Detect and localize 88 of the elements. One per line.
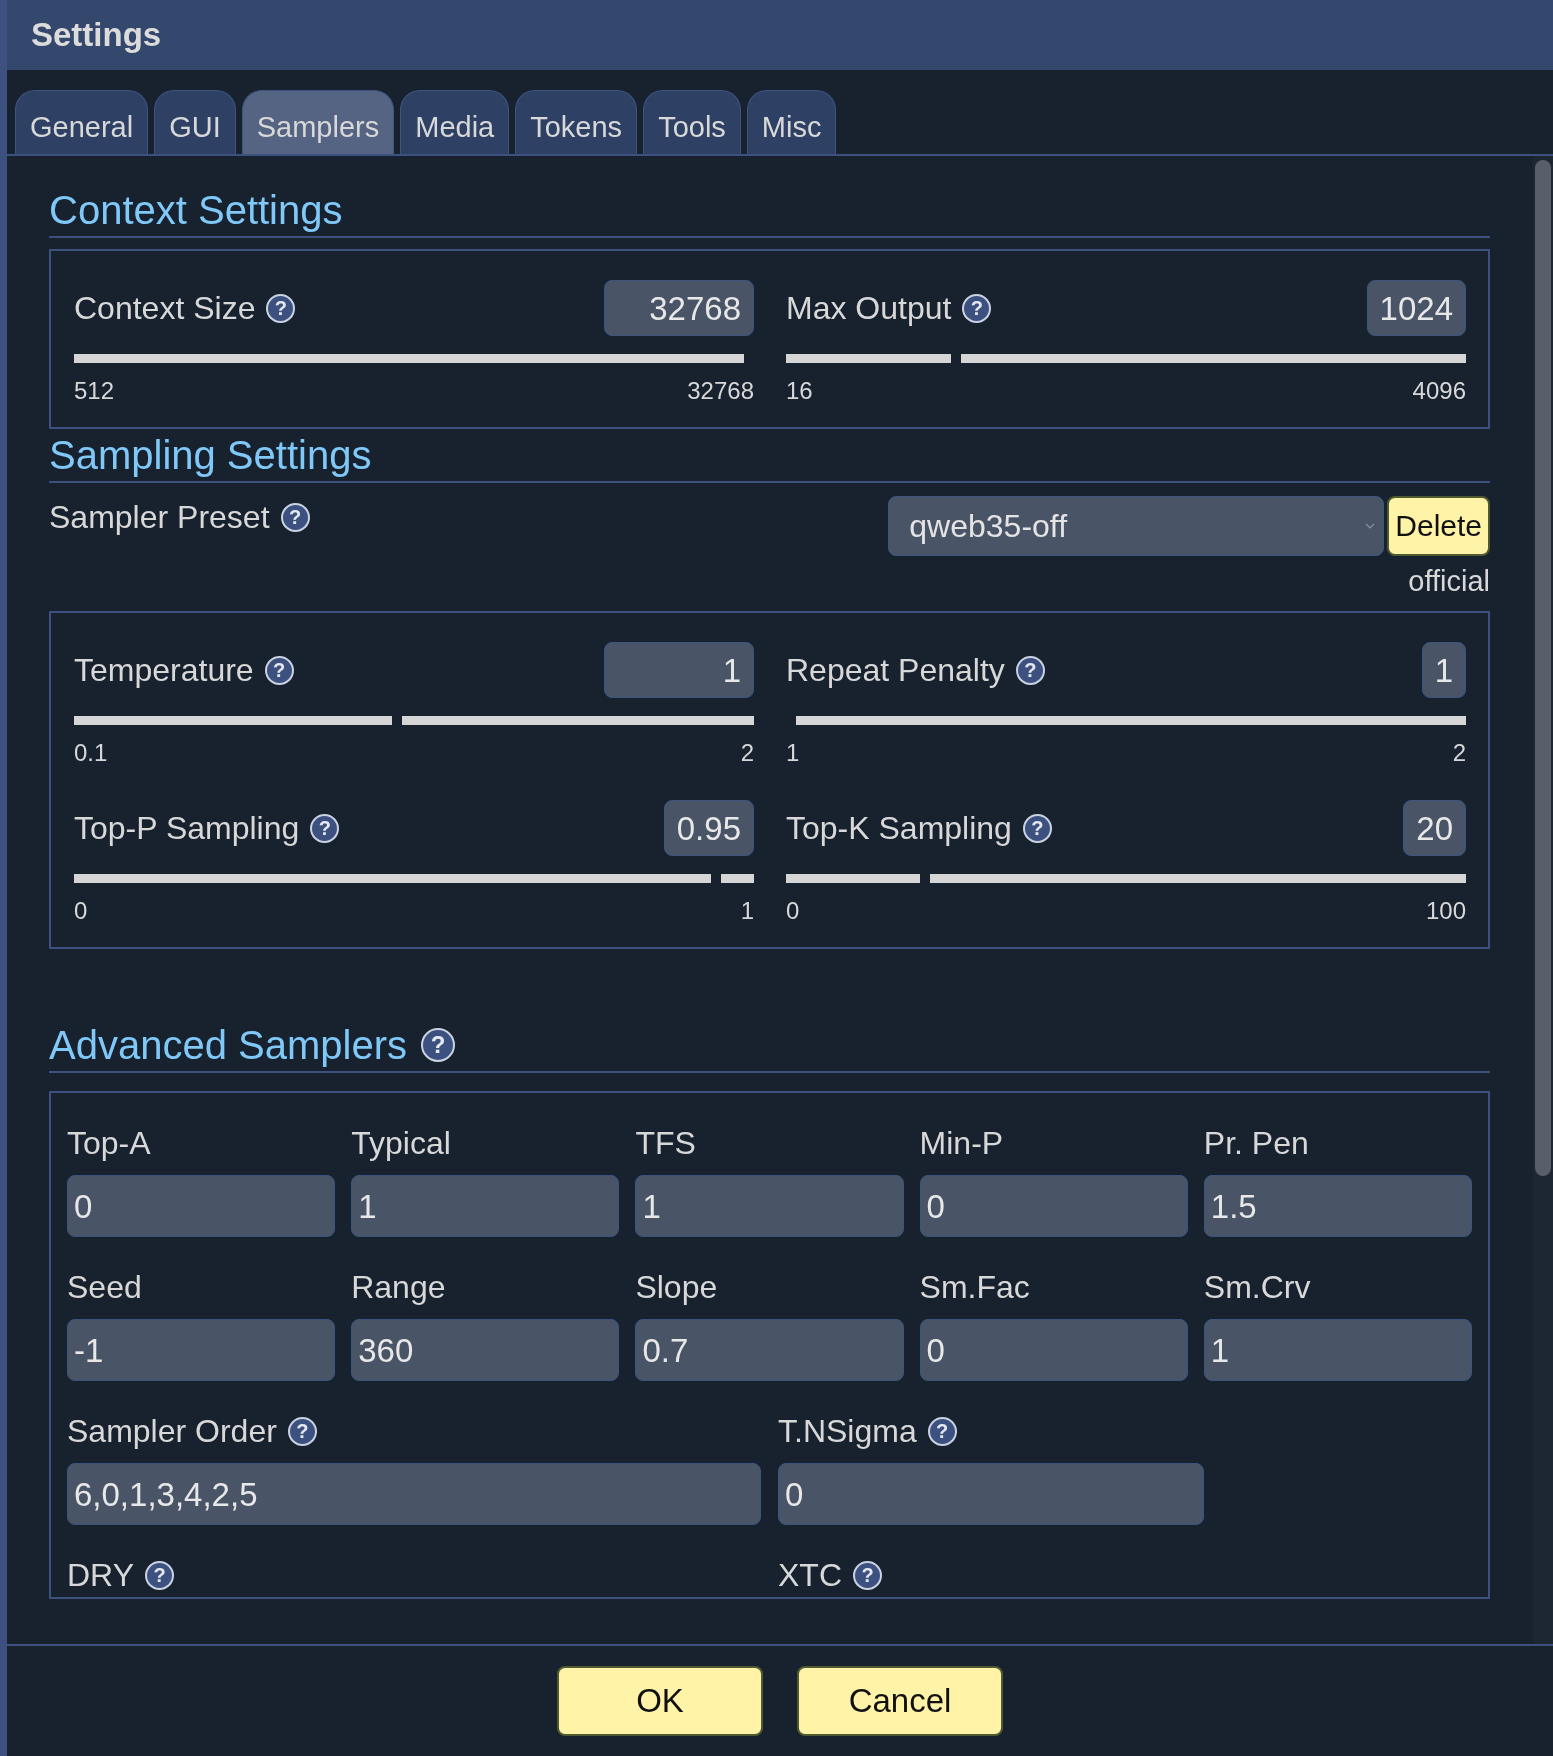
slider[interactable] <box>74 716 754 725</box>
field-label: DRY <box>67 1556 134 1594</box>
input-field[interactable]: 1 <box>635 1175 904 1237</box>
input-field[interactable]: 1 <box>351 1175 620 1237</box>
field-label: Sm.Fac <box>919 1268 1030 1306</box>
field-label: T.NSigma <box>778 1412 917 1450</box>
tab[interactable]: Tokens <box>515 90 638 154</box>
help-icon[interactable]: ? <box>310 813 340 843</box>
slider[interactable] <box>74 354 754 363</box>
tab[interactable]: GUI <box>154 90 236 154</box>
scrollbar-thumb[interactable] <box>1535 160 1551 1176</box>
number-field[interactable]: 0.95 <box>663 800 754 856</box>
field-label: Sampler Order <box>67 1412 277 1450</box>
field-label: Pr. Pen <box>1203 1124 1309 1162</box>
delete-button[interactable]: Delete <box>1387 496 1490 556</box>
range-min: 0 <box>74 897 88 925</box>
input-field[interactable]: 360 <box>351 1319 620 1381</box>
field-label: Top-P Sampling <box>74 809 300 847</box>
help-icon[interactable]: ? <box>1015 655 1045 685</box>
number-field[interactable]: 32768 <box>604 280 754 336</box>
range-max: 100 <box>1425 897 1466 925</box>
help-icon[interactable]: ? <box>962 293 992 323</box>
help-icon[interactable]: ? <box>266 293 296 323</box>
section-title: Advanced Samplers <box>49 1022 407 1069</box>
slider[interactable] <box>786 354 1466 363</box>
help-icon[interactable]: ? <box>1022 813 1052 843</box>
chevron-icon <box>1365 523 1376 529</box>
help-icon[interactable]: ? <box>927 1416 957 1446</box>
dialog-button[interactable]: OK <box>557 1666 763 1736</box>
range-max: 32768 <box>687 377 754 405</box>
tab[interactable]: Media <box>400 90 510 154</box>
range-min: 1 <box>786 739 800 767</box>
number-field[interactable]: 1 <box>604 642 754 698</box>
tab[interactable]: General <box>15 90 149 154</box>
tab[interactable]: Misc <box>746 90 837 154</box>
input-field[interactable]: -1 <box>67 1319 336 1381</box>
input-field[interactable]: 0 <box>919 1319 1188 1381</box>
field-label: Top-A <box>67 1124 151 1162</box>
field-label: Range <box>351 1268 446 1306</box>
input-field[interactable]: 6,0,1,3,4,2,5 <box>67 1463 761 1525</box>
help-icon[interactable]: ? <box>420 1028 455 1062</box>
window-title: Settings <box>31 16 162 54</box>
range-max: 2 <box>1452 739 1466 767</box>
help-icon[interactable]: ? <box>853 1560 882 1590</box>
field-label: Context Size <box>74 289 256 327</box>
help-icon[interactable]: ? <box>287 1416 317 1446</box>
field-label: Typical <box>351 1124 451 1162</box>
range-min: 0 <box>786 897 800 925</box>
help-icon[interactable]: ? <box>264 655 294 685</box>
input-field[interactable]: 0.7 <box>635 1319 904 1381</box>
range-max: 1 <box>740 897 754 925</box>
field-label: Sampler Preset <box>49 499 270 536</box>
field-label: TFS <box>635 1124 696 1162</box>
help-icon[interactable]: ? <box>280 503 310 532</box>
tab[interactable]: Tools <box>643 90 741 154</box>
input-field[interactable]: 1 <box>1203 1319 1472 1381</box>
scrollbar[interactable] <box>1533 156 1553 1644</box>
number-field[interactable]: 1 <box>1421 642 1466 698</box>
number-field[interactable]: 20 <box>1403 800 1466 856</box>
section-title: Context Settings <box>49 187 343 234</box>
field-label: Slope <box>635 1268 718 1306</box>
range-min: 16 <box>786 377 813 405</box>
input-field[interactable]: 1.5 <box>1203 1175 1472 1237</box>
dialog-button[interactable]: Cancel <box>797 1666 1003 1736</box>
field-label: Temperature <box>74 651 254 689</box>
input-field[interactable]: 0 <box>778 1463 1204 1525</box>
range-min: 512 <box>74 377 115 405</box>
field-label: XTC <box>778 1556 842 1594</box>
number-field[interactable]: 1024 <box>1366 280 1466 336</box>
range-max: 2 <box>740 739 754 767</box>
field-label: Min-P <box>919 1124 1004 1162</box>
input-field[interactable]: 0 <box>919 1175 1188 1237</box>
field-label: Seed <box>67 1268 142 1306</box>
preset-note: official <box>1408 564 1490 598</box>
section-title: Sampling Settings <box>49 432 372 479</box>
preset-select[interactable]: qweb35-off <box>888 496 1385 556</box>
input-field[interactable]: 0 <box>67 1175 336 1237</box>
tab[interactable]: Samplers <box>241 90 395 154</box>
field-label: Repeat Penalty <box>786 651 1005 689</box>
range-max: 4096 <box>1412 377 1466 405</box>
help-icon[interactable]: ? <box>145 1560 174 1590</box>
slider[interactable] <box>786 716 1466 725</box>
field-label: Sm.Crv <box>1203 1268 1311 1306</box>
field-label: Max Output <box>786 289 952 327</box>
field-label: Top-K Sampling <box>786 809 1012 847</box>
slider[interactable] <box>786 874 1466 883</box>
slider[interactable] <box>74 874 754 883</box>
range-min: 0.1 <box>74 739 108 767</box>
